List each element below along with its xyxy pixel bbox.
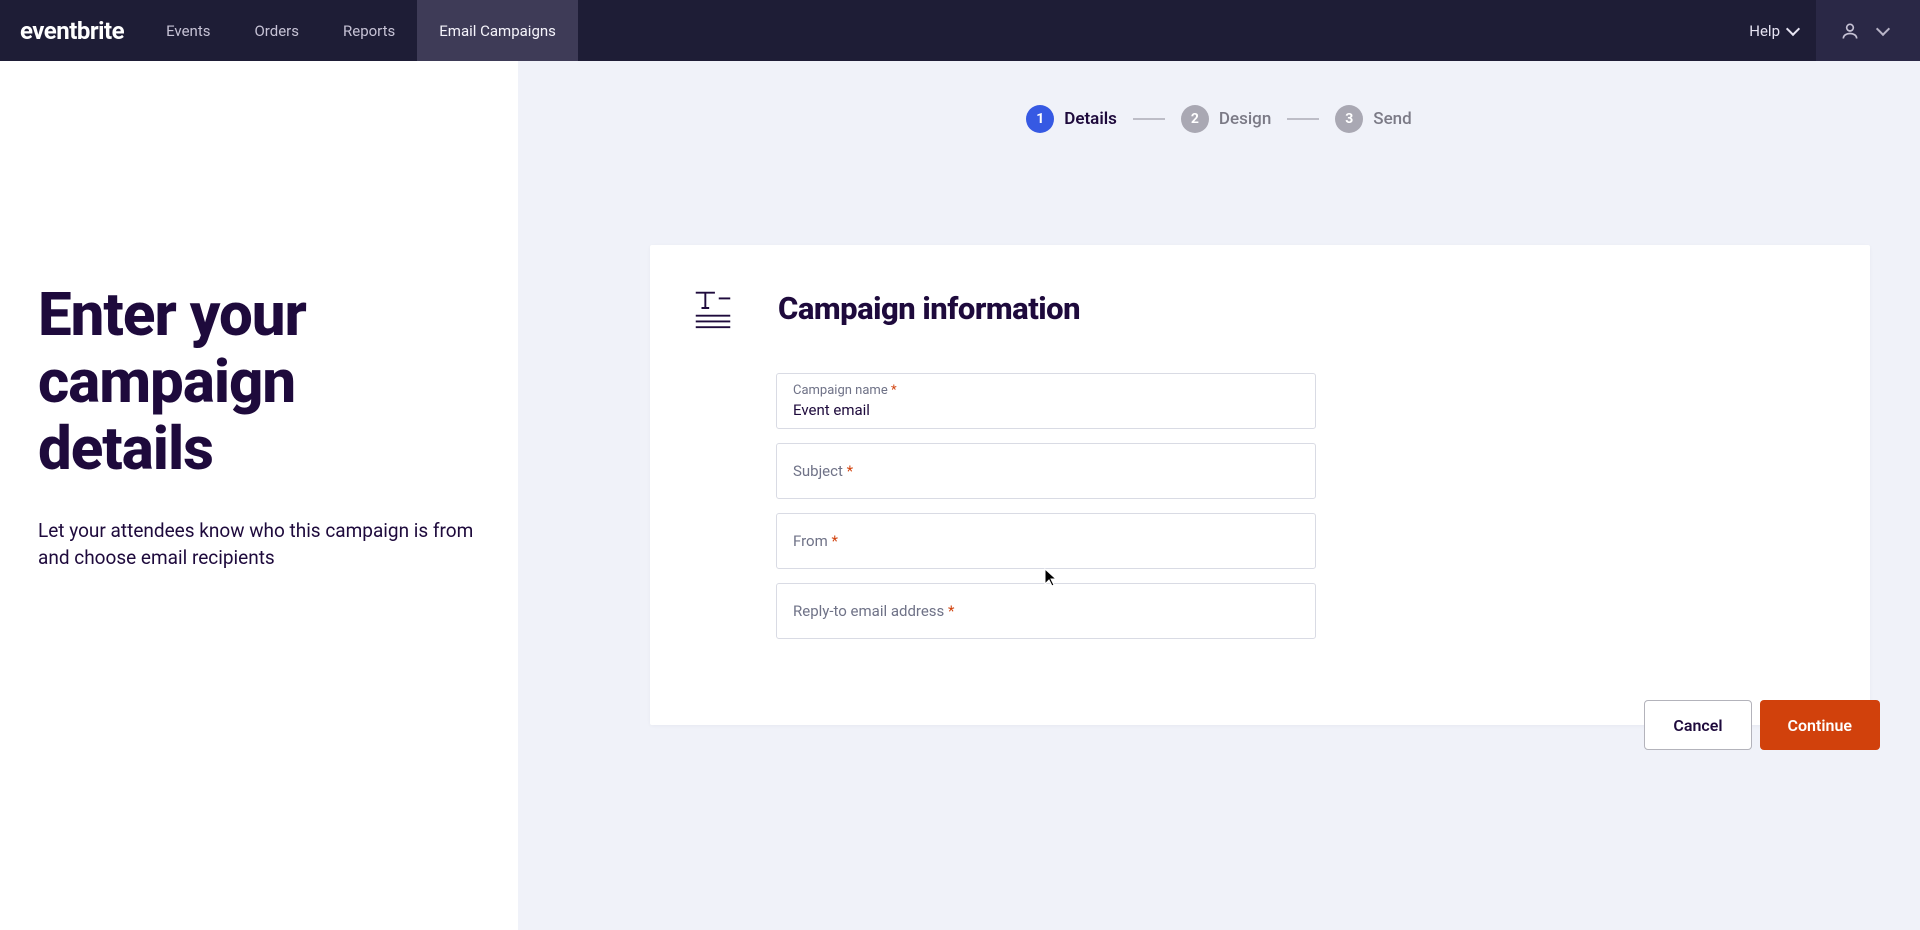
chevron-down-icon [1786, 21, 1800, 35]
step-label: Design [1219, 109, 1271, 129]
nav-item-reports[interactable]: Reports [321, 0, 417, 61]
field-value: Event email [793, 401, 1299, 419]
help-label: Help [1749, 22, 1780, 40]
user-icon [1840, 21, 1860, 41]
brand-logo[interactable]: eventbrite [0, 0, 144, 61]
step-divider [1287, 118, 1319, 120]
step-design[interactable]: 2 Design [1181, 105, 1271, 133]
user-menu[interactable] [1816, 0, 1920, 61]
type-icon [690, 285, 736, 331]
nav-item-events[interactable]: Events [144, 0, 232, 61]
page-subtitle: Let your attendees know who this campaig… [38, 517, 478, 572]
step-send[interactable]: 3 Send [1335, 105, 1411, 133]
step-label: Details [1064, 109, 1117, 129]
step-number: 2 [1181, 105, 1209, 133]
step-number: 3 [1335, 105, 1363, 133]
cancel-button[interactable]: Cancel [1644, 700, 1751, 750]
nav-items: Events Orders Reports Email Campaigns [144, 0, 578, 61]
left-pane: Enter your campaign details Let your att… [0, 61, 518, 930]
right-pane: 1 Details 2 Design 3 Send [518, 61, 1920, 930]
card-title: Campaign information [778, 290, 1080, 327]
field-label: Subject * [793, 462, 1299, 480]
chevron-down-icon [1876, 21, 1890, 35]
step-divider [1133, 118, 1165, 120]
field-label: From * [793, 532, 1299, 550]
step-label: Send [1373, 109, 1411, 129]
subject-field[interactable]: Subject * [776, 443, 1316, 499]
field-label: Campaign name * [793, 383, 1299, 399]
nav-item-orders[interactable]: Orders [232, 0, 321, 61]
field-label: Reply-to email address * [793, 602, 1299, 620]
title-line-3: details [38, 413, 213, 484]
campaign-info-card: Campaign information Campaign name * Eve… [650, 245, 1870, 725]
title-line-2: campaign [38, 346, 295, 417]
top-nav: eventbrite Events Orders Reports Email C… [0, 0, 1920, 61]
footer-actions: Cancel Continue [1644, 700, 1880, 750]
campaign-name-field[interactable]: Campaign name * Event email [776, 373, 1316, 429]
reply-to-field[interactable]: Reply-to email address * [776, 583, 1316, 639]
step-number: 1 [1026, 105, 1054, 133]
from-field[interactable]: From * [776, 513, 1316, 569]
continue-button[interactable]: Continue [1760, 700, 1880, 750]
step-details[interactable]: 1 Details [1026, 105, 1117, 133]
page-title: Enter your campaign details [38, 281, 480, 483]
help-menu[interactable]: Help [1731, 0, 1816, 61]
progress-stepper: 1 Details 2 Design 3 Send [518, 61, 1920, 133]
title-line-1: Enter your [38, 279, 306, 350]
nav-item-email-campaigns[interactable]: Email Campaigns [417, 0, 578, 61]
